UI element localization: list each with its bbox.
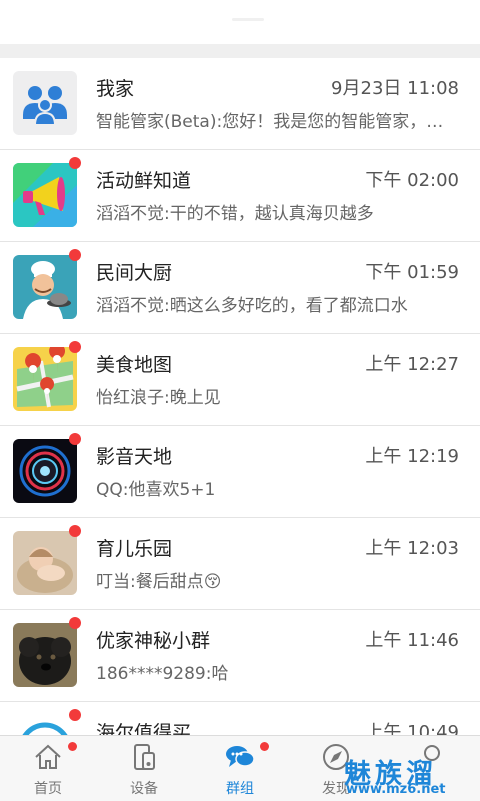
food-map-icon	[13, 347, 77, 411]
chat-row-chef[interactable]: 民间大厨 下午 01:59 滔滔不觉:晒这么多好吃的，看了都流口水	[0, 242, 480, 334]
unread-badge	[69, 249, 81, 261]
chat-row-parenting[interactable]: 育儿乐园 上午 12:03 叮当:餐后甜点😚	[0, 518, 480, 610]
chat-time: 下午 01:59	[365, 262, 459, 283]
family-group-icon	[13, 71, 77, 135]
chat-last-message: 怡红浪子:晚上见	[96, 388, 221, 408]
chat-time: 9月23日 11:08	[331, 78, 459, 99]
watermark-url: www.mz6.net	[346, 782, 446, 797]
unread-badge	[69, 341, 81, 353]
chat-last-message: QQ:他喜欢5+1	[96, 480, 216, 500]
unread-badge	[69, 525, 81, 537]
chat-row-secret-group[interactable]: 优家神秘小群 上午 11:46 186****9289:哈	[0, 610, 480, 702]
speaker-icon	[13, 439, 77, 503]
top-bar-handle	[232, 18, 264, 21]
top-bar	[0, 0, 480, 44]
tab-badge	[68, 742, 77, 751]
tab-label: 首页	[34, 781, 62, 797]
tab-groups[interactable]: 群组	[192, 736, 288, 801]
tab-devices[interactable]: 设备	[96, 736, 192, 801]
chat-last-message: 叮当:餐后甜点😚	[96, 572, 222, 592]
unread-badge	[69, 433, 81, 445]
tab-label: 设备	[130, 781, 158, 797]
section-gap	[0, 44, 480, 58]
unread-badge	[69, 709, 81, 721]
chat-row-family[interactable]: 我家 9月23日 11:08 智能管家(Beta):您好！我是您的智能管家，…	[0, 58, 480, 150]
unread-badge	[69, 617, 81, 629]
chat-row-activity[interactable]: 活动鲜知道 下午 02:00 滔滔不觉:干的不错，越认真海贝越多	[0, 150, 480, 242]
chat-row-food-map[interactable]: 美食地图 上午 12:27 怡红浪子:晚上见	[0, 334, 480, 426]
chat-time: 上午 11:46	[365, 630, 459, 651]
unread-badge	[69, 157, 81, 169]
chat-row-media[interactable]: 影音天地 上午 12:19 QQ:他喜欢5+1	[0, 426, 480, 518]
tab-label: 群组	[226, 781, 254, 797]
baby-photo-icon	[13, 531, 77, 595]
chat-title: 民间大厨	[96, 262, 173, 284]
chat-last-message: 智能管家(Beta):您好！我是您的智能管家，…	[96, 112, 444, 132]
device-icon	[129, 742, 159, 772]
chat-time: 上午 12:03	[365, 538, 459, 559]
megaphone-icon	[13, 163, 77, 227]
home-icon	[33, 742, 63, 772]
chat-time: 上午 12:19	[365, 446, 459, 467]
tab-badge	[260, 742, 269, 751]
chat-title: 美食地图	[96, 354, 173, 376]
chat-title: 我家	[96, 78, 135, 100]
chat-last-message: 186****9289:哈	[96, 664, 229, 684]
chat-time: 下午 02:00	[365, 170, 459, 191]
chat-last-message: 滔滔不觉:干的不错，越认真海贝越多	[96, 204, 374, 224]
chat-last-message: 滔滔不觉:晒这么多好吃的，看了都流口水	[96, 296, 408, 316]
chat-list: 我家 9月23日 11:08 智能管家(Beta):您好！我是您的智能管家，… …	[0, 58, 480, 794]
chef-icon	[13, 255, 77, 319]
dog-photo-icon	[13, 623, 77, 687]
tab-home[interactable]: 首页	[0, 736, 96, 801]
chat-title: 育儿乐园	[96, 538, 173, 560]
chat-title: 影音天地	[96, 446, 173, 468]
chat-title: 优家神秘小群	[96, 630, 211, 652]
chat-title: 活动鲜知道	[96, 170, 192, 192]
chat-group-icon	[225, 742, 255, 772]
chat-time: 上午 12:27	[365, 354, 459, 375]
